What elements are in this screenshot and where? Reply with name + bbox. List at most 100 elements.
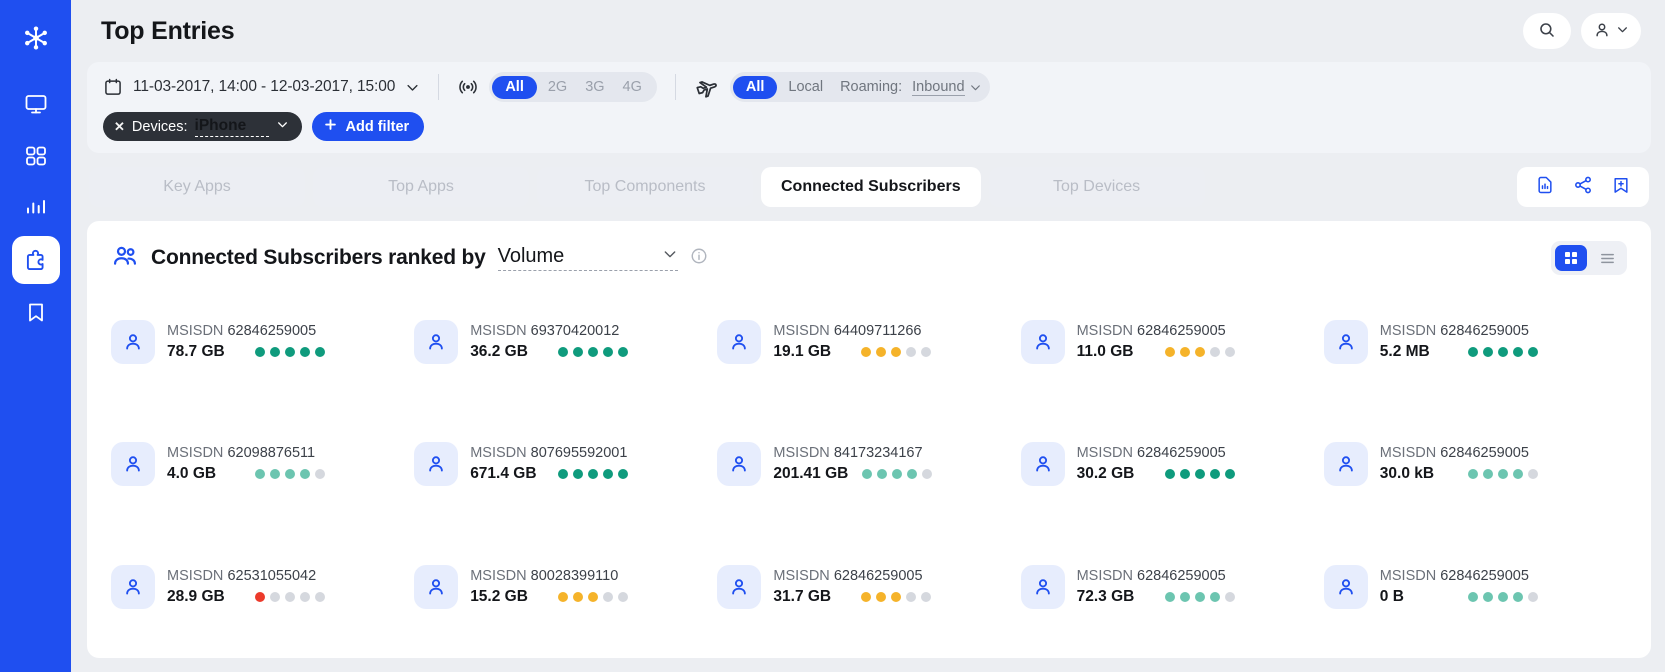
subscriber-cell[interactable]: MSISDN 62846259005 0 B <box>1323 526 1627 648</box>
close-icon[interactable]: ✕ <box>114 119 125 135</box>
volume-value: 15.2 GB <box>470 587 528 605</box>
subscriber-cell[interactable]: MSISDN 84173234167 201.41 GB <box>717 403 1020 525</box>
network-type-filter: All 2G 3G 4G <box>457 72 657 102</box>
subscriber-cell[interactable]: MSISDN 62846259005 72.3 GB <box>1020 526 1324 648</box>
volume-value: 5.2 MB <box>1379 343 1430 361</box>
avatar <box>1323 320 1368 365</box>
rating-dot <box>1179 347 1190 358</box>
rating-dot <box>861 591 872 602</box>
network-logo-icon <box>22 24 50 52</box>
subscriber-cell[interactable]: MSISDN 62531055042 28.9 GB <box>111 526 414 648</box>
subscriber-cell[interactable]: MSISDN 62846259005 11.0 GB <box>1020 281 1324 403</box>
info-icon[interactable] <box>690 247 708 270</box>
value-row: 31.7 GB <box>773 588 932 606</box>
rating-dot <box>1527 347 1538 358</box>
subscriber-cell[interactable]: MSISDN 64409711266 19.1 GB <box>717 281 1020 403</box>
subscriber-info: MSISDN 62846259005 5.2 MB <box>1380 323 1538 361</box>
rating-dot <box>1482 469 1493 480</box>
card-header: Connected Subscribers ranked by Volume <box>111 241 1627 275</box>
subscriber-info: MSISDN 62846259005 78.7 GB <box>167 323 325 361</box>
add-filter-button[interactable]: Add filter <box>311 112 425 141</box>
export-report-icon[interactable] <box>1535 175 1555 200</box>
subscriber-cell[interactable]: MSISDN 69370420012 36.2 GB <box>414 281 717 403</box>
value-row: 72.3 GB <box>1077 588 1235 606</box>
roaming-label: Roaming: <box>840 79 903 95</box>
msisdn-line: MSISDN 62846259005 <box>1077 323 1235 339</box>
subscriber-cell[interactable]: MSISDN 62846259005 30.0 kB <box>1323 403 1627 525</box>
msisdn-value: 84173234167 <box>833 445 923 462</box>
msisdn-line: MSISDN 80028399110 <box>470 568 628 584</box>
subscriber-cell[interactable]: MSISDN 62846259005 30.2 GB <box>1020 403 1324 525</box>
filter-chip-value[interactable]: iPhone <box>194 117 269 137</box>
subscriber-info: MSISDN 62846259005 0 B <box>1380 568 1538 606</box>
subscriber-cell[interactable]: MSISDN 62846259005 78.7 GB <box>111 281 414 403</box>
sidebar-item-top-entries[interactable] <box>11 236 60 284</box>
rating-dot <box>255 591 265 602</box>
subscriber-grid: MSISDN 62846259005 78.7 GB MSISDN 69370420… <box>111 275 1627 648</box>
network-option-all[interactable]: All <box>492 75 537 99</box>
rating-dot <box>588 469 599 480</box>
rating-dots <box>1467 591 1538 602</box>
save-bookmark-icon[interactable] <box>1611 175 1631 200</box>
filter-divider-1 <box>438 74 440 100</box>
subscriber-cell[interactable]: MSISDN 62098876511 4.0 GB <box>111 403 414 525</box>
msisdn-line: MSISDN 62846259005 <box>773 568 931 584</box>
rating-dot <box>573 347 584 358</box>
tab-top-apps[interactable]: Top Apps <box>313 167 529 207</box>
msisdn-line: MSISDN 62846259005 <box>1380 568 1538 584</box>
msisdn-line: MSISDN 69370420012 <box>470 323 628 339</box>
rating-dot <box>906 591 917 602</box>
subscriber-cell[interactable]: MSISDN 80028399110 15.2 GB <box>414 526 717 648</box>
avatar <box>111 442 155 487</box>
value-row: 78.7 GB <box>167 343 325 361</box>
rating-dot <box>255 347 265 358</box>
sidebar-item-bookmarks[interactable] <box>12 288 60 336</box>
grid-view-icon[interactable] <box>1555 245 1587 271</box>
list-view-icon[interactable] <box>1591 245 1623 271</box>
subscriber-cell[interactable]: MSISDN 62846259005 5.2 MB <box>1323 281 1627 403</box>
avatar <box>1323 564 1368 609</box>
network-option-3g[interactable]: 3G <box>578 79 611 95</box>
tab-key-apps[interactable]: Key Apps <box>89 167 305 207</box>
filter-divider-2 <box>674 74 676 100</box>
tab-top-devices[interactable]: Top Devices <box>988 167 1205 207</box>
roaming-segment[interactable]: All Local Roaming: Inbound <box>729 72 990 102</box>
rating-dot <box>588 591 599 602</box>
rating-dot <box>1209 469 1220 480</box>
rating-dot <box>1467 591 1478 602</box>
value-row: 36.2 GB <box>470 343 629 361</box>
sidebar-item-analytics[interactable] <box>12 184 60 232</box>
rating-dot <box>1497 591 1508 602</box>
roaming-value-dropdown[interactable]: Inbound <box>906 79 981 96</box>
roaming-option-local[interactable]: Local <box>781 79 830 95</box>
main-content: Top Entries 11-03-2017, 14:00 - 12-03-20… <box>71 0 1665 672</box>
sidebar-item-logo[interactable] <box>12 14 60 62</box>
search-button[interactable] <box>1523 13 1571 49</box>
network-option-4g[interactable]: 4G <box>616 79 649 95</box>
sidebar-item-dashboard[interactable] <box>12 132 60 180</box>
value-row: 4.0 GB <box>167 465 325 483</box>
filter-chip-devices[interactable]: ✕ Devices: iPhone <box>103 112 302 141</box>
msisdn-label: MSISDN <box>773 445 830 462</box>
share-icon[interactable] <box>1573 175 1593 200</box>
subscriber-info: MSISDN 62846259005 72.3 GB <box>1077 568 1235 606</box>
tab-top-components[interactable]: Top Components <box>537 167 753 207</box>
rank-by-select[interactable]: Volume <box>497 245 678 271</box>
subscriber-cell[interactable]: MSISDN 62846259005 31.7 GB <box>717 526 1020 648</box>
user-menu-button[interactable] <box>1581 13 1641 49</box>
tab-connected-subscribers[interactable]: Connected Subscribers <box>761 167 981 207</box>
rating-dot <box>285 469 295 480</box>
network-option-2g[interactable]: 2G <box>541 79 574 95</box>
rating-dot <box>891 347 902 358</box>
roaming-option-all[interactable]: All <box>732 75 778 99</box>
avatar <box>717 442 762 487</box>
value-row: 11.0 GB <box>1077 343 1235 361</box>
msisdn-line: MSISDN 62846259005 <box>1077 445 1235 461</box>
subscriber-cell[interactable]: MSISDN 807695592001 671.4 GB <box>414 403 717 525</box>
sidebar-item-monitor[interactable] <box>12 80 60 128</box>
plus-icon <box>323 117 338 136</box>
network-type-segment[interactable]: All 2G 3G 4G <box>489 72 657 102</box>
rating-dot <box>1224 347 1235 358</box>
date-range-filter[interactable]: 11-03-2017, 14:00 - 12-03-2017, 15:00 <box>103 77 420 97</box>
msisdn-value: 62846259005 <box>1440 445 1529 462</box>
